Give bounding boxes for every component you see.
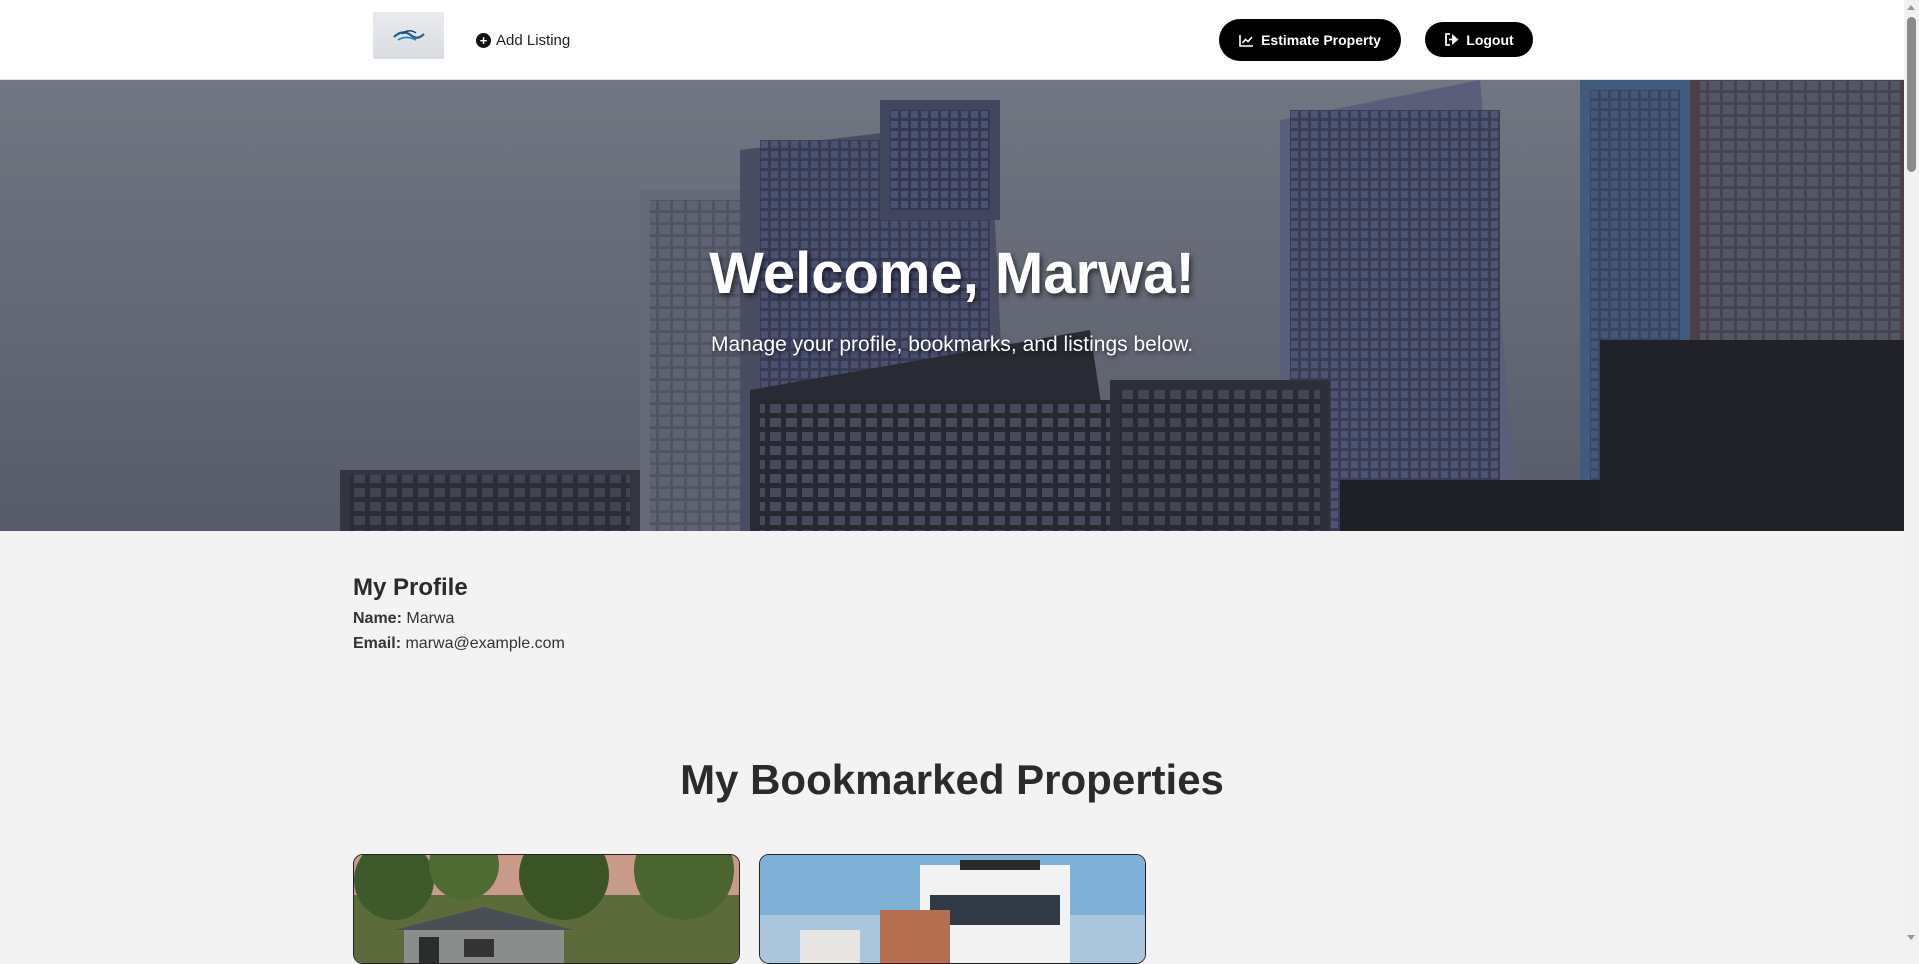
logout-button[interactable]: Logout [1425,22,1533,57]
bookmark-card[interactable] [759,854,1146,964]
modern-white-house-photo [760,855,1145,963]
site-logo[interactable] [373,12,444,59]
welcome-subtitle: Manage your profile, bookmarks, and list… [710,333,1194,356]
profile-heading: My Profile [353,574,468,601]
wave-logo-icon [392,29,425,41]
estimate-property-button[interactable]: Estimate Property [1219,19,1401,61]
scroll-down-arrow-icon[interactable] [1907,935,1915,940]
top-navbar: + Add Listing Estimate Property Logout [0,0,1904,80]
scrollbar-thumb[interactable] [1907,17,1916,172]
name-value: Marwa [406,610,455,627]
add-listing-label: Add Listing [496,31,571,49]
hero-banner: Welcome, Marwa! Manage your profile, boo… [0,80,1904,531]
page-scrollbar[interactable] [1904,0,1919,945]
profile-section: My Profile Name: Marwa Email: marwa@exam… [353,574,565,660]
bookmarks-heading: My Bookmarked Properties [680,756,1224,803]
chart-line-icon [1239,34,1254,47]
logout-label: Logout [1466,31,1514,48]
name-label: Name: [353,610,402,627]
plus-circle-icon: + [476,32,491,48]
sign-out-icon [1445,33,1459,46]
welcome-heading: Welcome, Marwa! [709,241,1195,306]
add-listing-link[interactable]: + Add Listing [476,29,570,51]
profile-email-row: Email: marwa@example.com [353,635,565,653]
estimate-property-label: Estimate Property [1261,32,1381,48]
email-label: Email: [353,635,402,652]
profile-name-row: Name: Marwa [353,610,565,628]
email-value: marwa@example.com [405,635,565,652]
house-in-trees-photo [354,855,739,963]
scroll-up-arrow-icon[interactable] [1907,5,1915,10]
bookmark-card[interactable] [353,854,740,964]
